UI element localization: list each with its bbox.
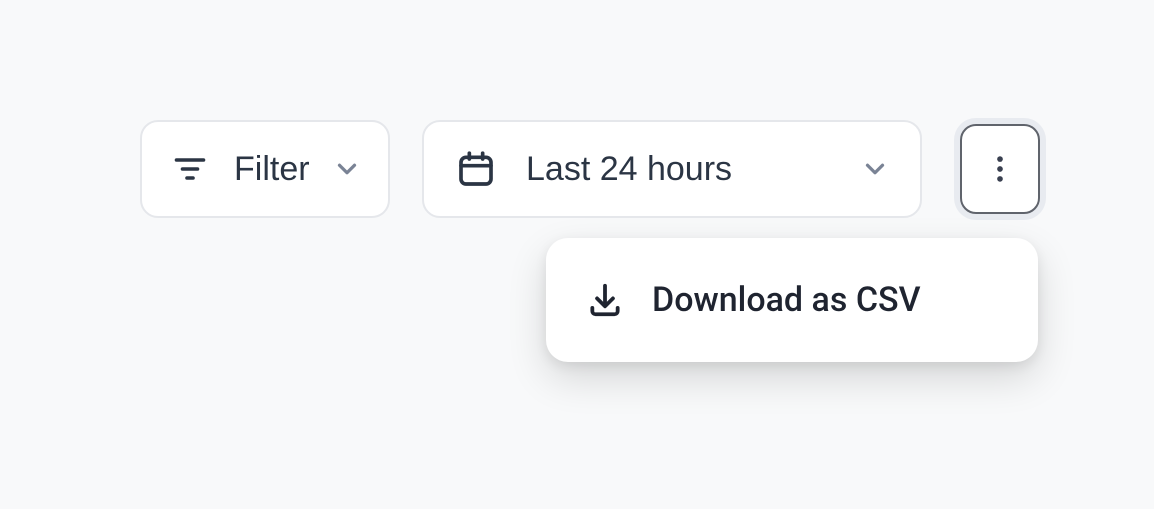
chevron-down-icon — [332, 154, 362, 184]
more-button-focus-ring — [954, 118, 1046, 220]
download-csv-label: Download as CSV — [652, 280, 921, 320]
more-options-button[interactable] — [960, 124, 1040, 214]
calendar-icon — [456, 149, 496, 189]
filter-label: Filter — [234, 150, 310, 189]
more-vertical-icon — [983, 152, 1017, 186]
date-range-button[interactable]: Last 24 hours — [422, 120, 922, 218]
filter-button[interactable]: Filter — [140, 120, 390, 218]
download-csv-menu-item[interactable]: Download as CSV — [546, 258, 1038, 342]
filter-icon — [172, 151, 208, 187]
more-options-menu: Download as CSV — [546, 238, 1038, 362]
date-range-label: Last 24 hours — [526, 150, 732, 189]
download-icon — [586, 281, 624, 319]
toolbar: Filter Last 24 hours — [140, 118, 1046, 220]
chevron-down-icon — [860, 154, 890, 184]
